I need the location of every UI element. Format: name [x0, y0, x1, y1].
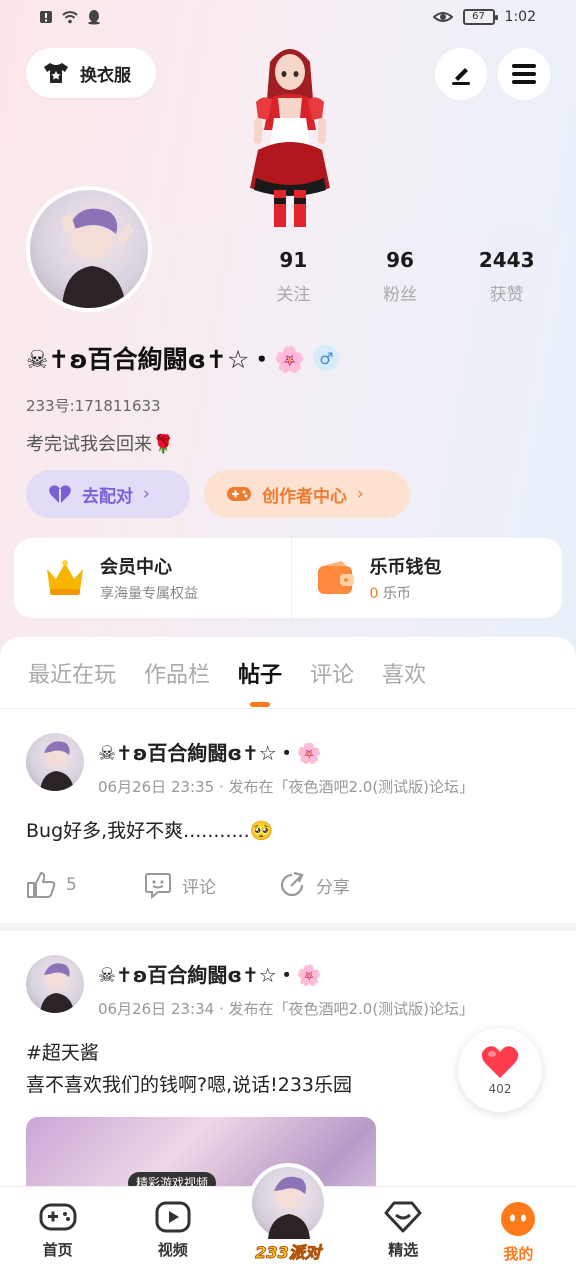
like-count: 5: [66, 875, 77, 895]
profile-avatar[interactable]: [26, 186, 152, 312]
wifi-icon: [62, 11, 78, 24]
nav-video[interactable]: 视频: [115, 1187, 230, 1280]
crown-icon: [47, 560, 83, 595]
match-label: 去配对: [82, 486, 133, 507]
avatar-portrait: [40, 963, 74, 1013]
profile-stats: 91 关注 96 粉丝 2443 获赞: [240, 248, 560, 305]
nav-home[interactable]: 首页: [0, 1187, 115, 1280]
menu-button[interactable]: [498, 48, 550, 100]
vip-subtitle: 享海量专属权益: [100, 586, 198, 602]
nav-label: 首页: [42, 1241, 73, 1259]
services-card: 会员中心 享海量专属权益 乐币钱包 0 乐币: [14, 538, 562, 618]
stat-number: 2443: [478, 248, 535, 272]
tab-posts[interactable]: 帖子: [238, 657, 282, 707]
share-label: 分享: [316, 877, 350, 898]
vip-center-entry[interactable]: 会员中心 享海量专属权益: [14, 538, 291, 618]
post-author-name: ☠✝ʚ百合絢闘ɞ✝☆・🌸: [98, 963, 322, 987]
profile-tabs: 最近在玩 作品栏 帖子 评论 喜欢: [0, 637, 576, 709]
stat-number: 96: [386, 248, 414, 272]
post-actions: 5 评论 分享: [26, 847, 550, 923]
tab-likes[interactable]: 喜欢: [382, 657, 426, 689]
match-button[interactable]: 去配对 ›: [26, 470, 190, 518]
bio: 考完试我会回来🌹: [26, 434, 175, 455]
post-meta: 06月26日 23:34 · 发布在「夜色酒吧2.0(测试版)论坛」: [98, 1000, 475, 1018]
post-text: Bug好多,我好不爽...........🥺: [26, 820, 274, 842]
wallet-entry[interactable]: 乐币钱包 0 乐币: [290, 538, 563, 618]
likes-received-stat[interactable]: 2443 获赞: [453, 248, 560, 305]
wallet-title: 乐币钱包: [369, 557, 442, 578]
post-meta: 06月26日 23:35 · 发布在「夜色酒吧2.0(测试版)论坛」: [98, 778, 475, 796]
heart-icon: [481, 1046, 519, 1078]
clock: 1:02: [504, 9, 536, 25]
floating-like-count: 402: [488, 1082, 512, 1096]
nav-label: 精选: [388, 1241, 419, 1259]
shirt-icon: [44, 63, 68, 83]
nav-mine[interactable]: 我的: [461, 1187, 576, 1280]
comment-label: 评论: [182, 877, 216, 898]
nav-label: 我的: [503, 1245, 534, 1263]
post-author-avatar[interactable]: [26, 733, 84, 791]
tab-works[interactable]: 作品栏: [144, 657, 210, 689]
status-bar: 67 1:02: [0, 0, 576, 40]
pen-icon: [452, 68, 470, 85]
change-outfit-button[interactable]: 换衣服: [26, 48, 156, 98]
stat-label: 粉丝: [383, 285, 417, 305]
comment-icon: [145, 873, 171, 899]
followers-stat[interactable]: 96 粉丝: [347, 248, 454, 305]
following-stat[interactable]: 91 关注: [240, 248, 347, 305]
wallet-amount: 0: [369, 586, 379, 602]
eye-icon: [432, 12, 453, 22]
party-label: 233派对: [255, 1243, 321, 1263]
nav-featured[interactable]: 精选: [346, 1187, 461, 1280]
change-outfit-label: 换衣服: [80, 65, 131, 86]
male-gender-icon: ♂: [313, 345, 340, 371]
qq-icon: [88, 10, 100, 25]
comment-button[interactable]: 评论: [144, 871, 278, 899]
play-icon: [155, 1201, 191, 1233]
avatar-portrait: [268, 1176, 310, 1239]
battery-indicator: 67: [462, 9, 498, 25]
party-avatar: [248, 1163, 328, 1243]
user-id[interactable]: 233号:171811633: [26, 395, 161, 416]
stat-label: 关注: [276, 285, 311, 305]
nav-party[interactable]: 233派对: [230, 1163, 345, 1280]
thumbs-up-icon: [27, 872, 56, 898]
post-item[interactable]: ☠✝ʚ百合絢闘ɞ✝☆・🌸 06月26日 23:35 · 发布在「夜色酒吧2.0(…: [0, 709, 576, 923]
heart-pair-icon: [49, 485, 71, 504]
bottom-nav: 首页 视频 233派对 精选 我的: [0, 1163, 576, 1280]
nav-label: 视频: [157, 1241, 188, 1259]
creator-center-button[interactable]: 创作者中心 ›: [204, 470, 410, 518]
profile-face-icon: [501, 1202, 536, 1236]
3d-avatar-character[interactable]: [226, 38, 354, 230]
wallet-icon: [317, 561, 354, 594]
vip-title: 会员中心: [100, 557, 172, 578]
post-author-name: ☠✝ʚ百合絢闘ɞ✝☆・🌸: [98, 741, 322, 765]
wallet-balance: 0 乐币: [370, 583, 442, 603]
diamond-icon: [384, 1201, 422, 1233]
post-author-avatar[interactable]: [26, 955, 84, 1013]
tab-recent-games[interactable]: 最近在玩: [28, 657, 116, 689]
chevron-right-icon: ›: [357, 484, 364, 504]
alert-icon: [40, 11, 52, 23]
floating-like-button[interactable]: 402: [458, 1028, 542, 1112]
share-icon: [280, 871, 304, 897]
like-button[interactable]: 5: [26, 871, 144, 899]
nickname-row: ☠✝ʚ百合絢闘ɞ✝☆・🌸 ♂: [26, 340, 340, 376]
stat-number: 91: [279, 248, 308, 272]
stat-label: 获赞: [489, 285, 524, 305]
hamburger-icon: [512, 64, 536, 84]
gamepad-icon: [227, 487, 251, 501]
tab-comments[interactable]: 评论: [310, 657, 354, 689]
avatar-portrait: [40, 741, 74, 791]
wallet-unit: 乐币: [382, 586, 411, 602]
content-panel: 最近在玩 作品栏 帖子 评论 喜欢 ☠✝ʚ百合絢闘ɞ✝☆・🌸 06月26日 23…: [0, 637, 576, 1197]
share-button[interactable]: 分享: [278, 871, 396, 899]
edit-profile-button[interactable]: [435, 48, 487, 100]
creator-label: 创作者中心: [262, 486, 347, 507]
avatar-portrait: [60, 208, 134, 308]
nickname: ☠✝ʚ百合絢闘ɞ✝☆・🌸: [26, 345, 306, 374]
chevron-right-icon: ›: [143, 484, 150, 504]
gamepad-icon: [39, 1203, 77, 1231]
